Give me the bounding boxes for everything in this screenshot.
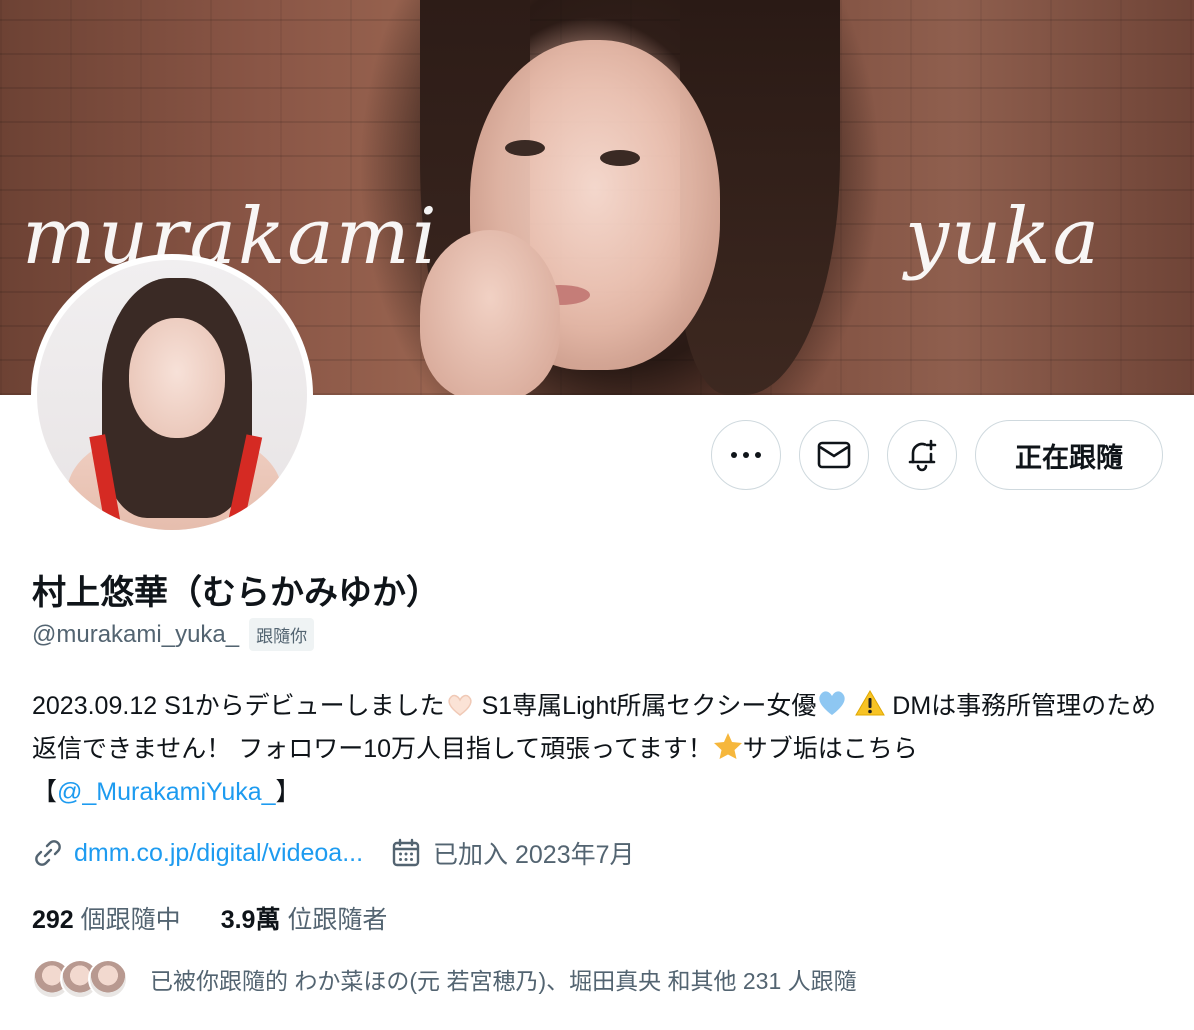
profile-bio: 2023.09.12 S1からデビューしました S1専属Light所属セクシー女…: [32, 686, 1162, 812]
banner-photo-eye-left: [505, 140, 545, 156]
follows-you-badge: 跟隨你: [249, 618, 315, 651]
more-button[interactable]: [711, 420, 781, 490]
following-count: 292: [32, 906, 74, 934]
star-emoji-icon: [713, 732, 743, 772]
banner-script-text-right: yuka: [905, 192, 1102, 282]
followers-you-know[interactable]: 已被你跟隨的 わか菜ほの(元 若宮穂乃)、堀田真央 和其他 231 人跟隨: [32, 957, 857, 1001]
more-dots-icon: [731, 452, 761, 458]
banner-photo-hand: [420, 230, 560, 395]
warning-emoji-icon: [855, 689, 886, 729]
profile-avatar[interactable]: [31, 254, 313, 536]
bio-text-1: 2023.09.12 S1からデビューしました: [32, 692, 445, 720]
envelope-icon: [817, 441, 851, 469]
profile-website-link[interactable]: dmm.co.jp/digital/videoa...: [74, 839, 363, 868]
message-button[interactable]: [799, 420, 869, 490]
calendar-icon: [391, 838, 421, 868]
avatar-photo: [37, 260, 307, 530]
bio-mention-link[interactable]: @_MurakamiYuka_: [57, 778, 276, 806]
joined-date: 已加入 2023年7月: [433, 841, 635, 869]
profile-meta: dmm.co.jp/digital/videoa... 已加入 2023年7月: [32, 835, 635, 871]
follow-stats: 292 個跟隨中 3.9萬 位跟隨者: [32, 900, 387, 936]
followers-label: 位跟隨者: [287, 906, 388, 934]
user-handle: @murakami_yuka_: [32, 620, 240, 648]
bio-text-5: 】: [275, 778, 301, 806]
followers-stat[interactable]: 3.9萬 位跟隨者: [221, 900, 388, 936]
notifications-button[interactable]: [887, 420, 957, 490]
following-stat[interactable]: 292 個跟隨中: [32, 900, 181, 936]
following-button[interactable]: 正在跟隨: [975, 420, 1163, 490]
heart-hands-emoji-icon: [445, 689, 475, 729]
followed-by-text: 已被你跟隨的 わか菜ほの(元 若宮穂乃)、堀田真央 和其他 231 人跟隨: [150, 968, 857, 994]
mutual-avatar: [88, 959, 128, 999]
link-icon: [32, 837, 64, 869]
blue-heart-emoji-icon: [816, 689, 848, 729]
bell-plus-icon: [908, 439, 937, 472]
handle-row: @murakami_yuka_ 跟隨你: [32, 618, 315, 651]
following-label: 個跟隨中: [80, 906, 181, 934]
banner-photo-eye-right: [600, 150, 640, 166]
display-name: 村上悠華（むらかみゆか）: [32, 574, 440, 612]
avatar-photo-face: [129, 318, 225, 438]
followers-count: 3.9萬: [220, 906, 281, 934]
mutual-avatars: [32, 957, 132, 1001]
bio-text-2: S1専属Light所属セクシー女優: [474, 692, 817, 720]
